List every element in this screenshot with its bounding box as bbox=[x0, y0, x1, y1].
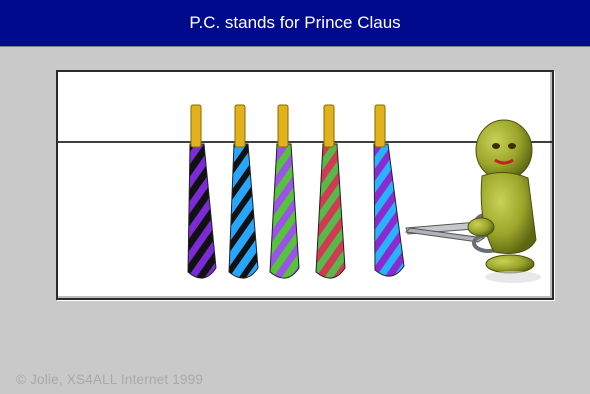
clothespin-icon bbox=[374, 104, 386, 148]
clothespin-icon bbox=[277, 104, 289, 148]
clothesline-illustration bbox=[58, 104, 552, 283]
copyright-footer: © Jolie, XS4ALL Internet 1999 bbox=[16, 372, 204, 387]
illustration-panel bbox=[56, 70, 554, 300]
tie-3 bbox=[269, 104, 300, 279]
tie-5 bbox=[373, 104, 405, 277]
clothespin-icon bbox=[323, 104, 335, 148]
window-title-bar: P.C. stands for Prince Claus bbox=[0, 0, 590, 47]
tie-2 bbox=[228, 104, 259, 279]
clothespin-icon bbox=[234, 104, 246, 148]
window-title: P.C. stands for Prince Claus bbox=[189, 13, 401, 32]
green-creature-icon bbox=[467, 119, 541, 283]
tie-4 bbox=[315, 104, 346, 279]
tie-1 bbox=[187, 104, 217, 279]
clothespin-icon bbox=[190, 104, 202, 148]
